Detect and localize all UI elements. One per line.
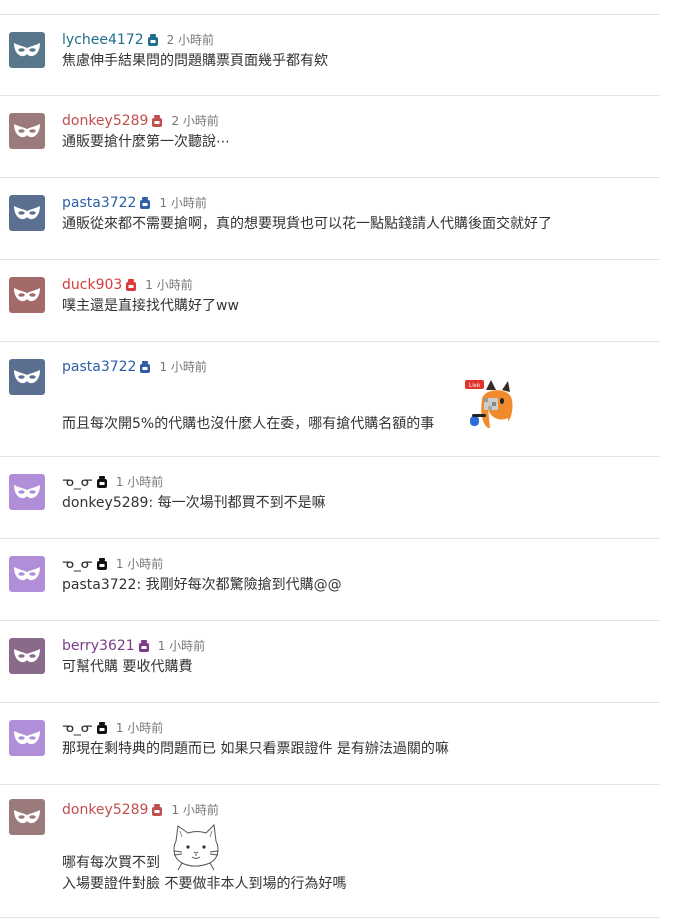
- avatar[interactable]: [9, 195, 45, 231]
- mask-icon: [14, 810, 40, 824]
- comment-item: ᓀ_ᓂ 1 小時前 pasta3722: 我剛好每次都驚險搶到代購@@: [0, 539, 660, 620]
- comment-item: lychee4172 2 小時前 焦慮伸手結果問的問題購票頁面幾乎都有欸: [0, 15, 660, 95]
- comment-item: pasta3722 1 小時前 而且每次開5%的代購也沒什麼人在委，哪有搶代購名…: [0, 342, 660, 456]
- avatar[interactable]: [9, 556, 45, 592]
- comment-text: 噗主還是直接找代購好了ww: [62, 298, 239, 314]
- karma-badge-icon: [138, 639, 150, 653]
- karma-badge-icon: [151, 114, 163, 128]
- username-link[interactable]: donkey5289: [62, 800, 148, 820]
- comment-header: duck903 1 小時前: [62, 275, 193, 295]
- timestamp: 1 小時前: [171, 803, 219, 817]
- mask-icon: [14, 370, 40, 384]
- mask-icon: [14, 288, 40, 302]
- mask-icon: [14, 649, 40, 663]
- karma-badge-icon: [96, 557, 108, 571]
- username-link[interactable]: ᓀ_ᓂ: [62, 718, 93, 738]
- karma-badge-icon: [96, 475, 108, 489]
- karma-badge-icon: [139, 360, 151, 374]
- cat-sketch-sticker[interactable]: [170, 823, 222, 871]
- comment-header: ᓀ_ᓂ 1 小時前: [62, 472, 163, 492]
- karma-badge-icon: [151, 803, 163, 817]
- mask-icon: [14, 206, 40, 220]
- avatar[interactable]: [9, 638, 45, 674]
- comment-header: donkey5289 1 小時前: [62, 800, 219, 820]
- comment-text: 通販要搶什麼第一次聽說⋯: [62, 134, 230, 150]
- avatar[interactable]: [9, 720, 45, 756]
- fox-live-sticker[interactable]: Live: [464, 378, 516, 430]
- plurk-response-thread: lychee4172 2 小時前 焦慮伸手結果問的問題購票頁面幾乎都有欸 don…: [0, 0, 678, 919]
- comment-text: donkey5289: 每一次場刊都買不到不是嘛: [62, 495, 326, 511]
- timestamp: 2 小時前: [166, 33, 215, 47]
- avatar[interactable]: [9, 474, 45, 510]
- comment-item: duck903 1 小時前 噗主還是直接找代購好了ww: [0, 260, 660, 341]
- username-link[interactable]: pasta3722: [62, 193, 136, 213]
- karma-badge-icon: [147, 33, 159, 47]
- comment-text: 那現在剩特典的問題而已 如果只看票跟證件 是有辦法過關的嘛: [62, 741, 449, 757]
- timestamp: 1 小時前: [159, 196, 207, 210]
- username-link[interactable]: lychee4172: [62, 30, 144, 50]
- mask-icon: [14, 43, 40, 57]
- comment-item: ᓀ_ᓂ 1 小時前 那現在剩特典的問題而已 如果只看票跟證件 是有辦法過關的嘛: [0, 703, 660, 784]
- comment-header: ᓀ_ᓂ 1 小時前: [62, 718, 163, 738]
- karma-badge-icon: [139, 196, 151, 210]
- comment-header: donkey5289 2 小時前: [62, 111, 219, 131]
- comment-text: 哪有每次買不到: [62, 855, 160, 871]
- comment-item: ᓀ_ᓂ 1 小時前 donkey5289: 每一次場刊都買不到不是嘛: [0, 457, 660, 538]
- username-link[interactable]: donkey5289: [62, 111, 148, 131]
- karma-badge-icon: [96, 721, 108, 735]
- timestamp: 1 小時前: [115, 721, 164, 735]
- live-badge-text: Live: [469, 383, 481, 389]
- avatar[interactable]: [9, 32, 45, 68]
- comment-item: donkey5289 2 小時前 通販要搶什麼第一次聽說⋯: [0, 96, 660, 177]
- comment-item: berry3621 1 小時前 可幫代購 要收代購費: [0, 621, 660, 702]
- comment-header: ᓀ_ᓂ 1 小時前: [62, 554, 163, 574]
- avatar[interactable]: [9, 113, 45, 149]
- comment-header: pasta3722 1 小時前: [62, 193, 207, 213]
- avatar[interactable]: [9, 359, 45, 395]
- comment-text: 焦慮伸手結果問的問題購票頁面幾乎都有欸: [62, 53, 328, 69]
- timestamp: 2 小時前: [171, 114, 219, 128]
- mask-icon: [14, 124, 40, 138]
- comment-header: lychee4172 2 小時前: [62, 30, 214, 50]
- username-link[interactable]: ᓀ_ᓂ: [62, 554, 93, 574]
- comment-header: berry3621 1 小時前: [62, 636, 205, 656]
- avatar[interactable]: [9, 799, 45, 835]
- timestamp: 1 小時前: [115, 557, 164, 571]
- comment-text: 通販從來都不需要搶啊，真的想要現貨也可以花一點點錢請人代購後面交就好了: [62, 216, 552, 232]
- username-link[interactable]: ᓀ_ᓂ: [62, 472, 93, 492]
- comment-text: pasta3722: 我剛好每次都驚險搶到代購@@: [62, 577, 342, 593]
- comment-item: pasta3722 1 小時前 通販從來都不需要搶啊，真的想要現貨也可以花一點點…: [0, 178, 660, 259]
- timestamp: 1 小時前: [115, 475, 164, 489]
- comment-text: 可幫代購 要收代購費: [62, 659, 193, 675]
- username-link[interactable]: pasta3722: [62, 357, 136, 377]
- separator: [0, 917, 660, 918]
- mask-icon: [14, 567, 40, 581]
- timestamp: 1 小時前: [157, 639, 206, 653]
- comment-item: donkey5289 1 小時前 哪有每次買不到 入場要證件對臉 不要做非本人到…: [0, 785, 660, 917]
- username-link[interactable]: berry3621: [62, 636, 135, 656]
- comment-text: 入場要證件對臉 不要做非本人到場的行為好嗎: [62, 876, 347, 892]
- timestamp: 1 小時前: [145, 278, 193, 292]
- timestamp: 1 小時前: [159, 360, 207, 374]
- avatar[interactable]: [9, 277, 45, 313]
- comment-header: pasta3722 1 小時前: [62, 357, 207, 377]
- comment-text: 而且每次開5%的代購也沒什麼人在委，哪有搶代購名額的事: [62, 416, 435, 432]
- karma-badge-icon: [125, 278, 137, 292]
- username-link[interactable]: duck903: [62, 275, 122, 295]
- mask-icon: [14, 731, 40, 745]
- mask-icon: [14, 485, 40, 499]
